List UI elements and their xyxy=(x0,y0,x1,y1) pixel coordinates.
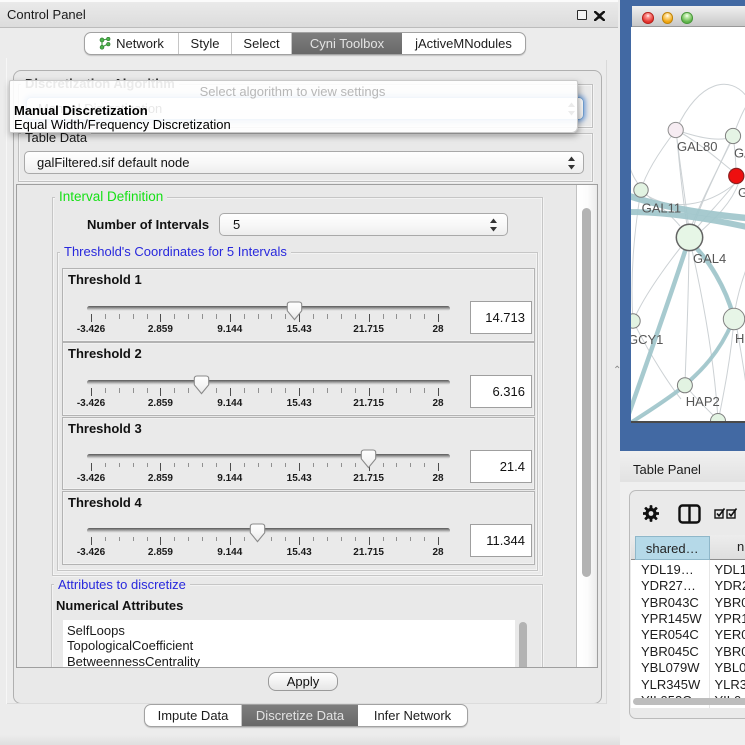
svg-text:GCY1: GCY1 xyxy=(631,332,663,347)
svg-text:H: H xyxy=(735,331,744,346)
svg-text:GAL80: GAL80 xyxy=(677,139,717,154)
svg-text:GAL11: GAL11 xyxy=(642,201,682,216)
svg-text:GA: GA xyxy=(734,146,745,161)
svg-text:HAP2: HAP2 xyxy=(686,394,720,409)
svg-text:GAL4: GAL4 xyxy=(693,251,726,266)
svg-text:G: G xyxy=(738,185,745,200)
